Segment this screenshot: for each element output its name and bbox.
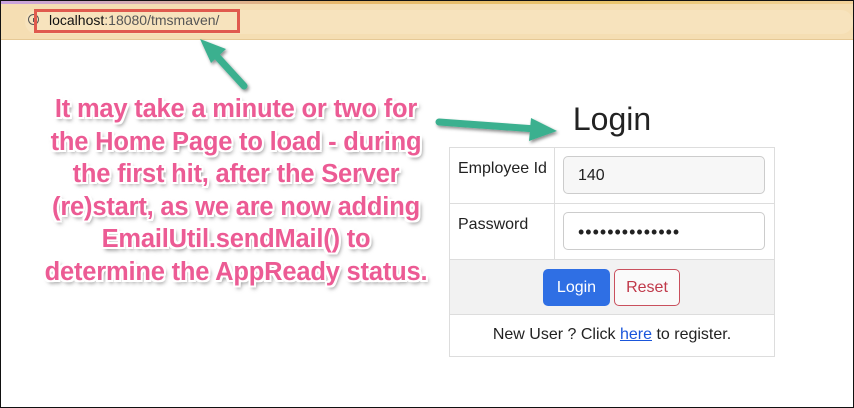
reset-button[interactable]: Reset bbox=[614, 269, 680, 306]
password-label: Password bbox=[458, 216, 529, 233]
screenshot-frame: localhost:18080/tmsmaven/ It may take a … bbox=[0, 0, 854, 408]
employee-id-input[interactable]: 140 bbox=[563, 156, 765, 194]
arrow-to-url bbox=[200, 39, 248, 90]
register-text: New User ? Click here to register. bbox=[450, 326, 774, 344]
password-label-cell: Password bbox=[450, 204, 555, 259]
annotation-text: It may take a minute or two for the Home… bbox=[44, 95, 428, 286]
login-form: Employee Id 140 Password •••••••••••••• … bbox=[449, 147, 775, 357]
login-button[interactable]: Login bbox=[543, 269, 610, 306]
login-title: Login bbox=[572, 101, 652, 137]
password-row: Password •••••••••••••• bbox=[450, 204, 774, 260]
register-suffix: to register. bbox=[652, 326, 732, 343]
register-row: New User ? Click here to register. bbox=[450, 315, 774, 356]
button-row: Login Reset bbox=[450, 260, 774, 315]
register-prefix: New User ? Click bbox=[492, 326, 620, 343]
password-input[interactable]: •••••••••••••• bbox=[563, 212, 765, 250]
employee-row: Employee Id 140 bbox=[450, 148, 774, 204]
employee-label-cell: Employee Id bbox=[450, 148, 555, 203]
employee-label: Employee Id bbox=[458, 160, 547, 177]
register-link[interactable]: here bbox=[620, 326, 652, 343]
